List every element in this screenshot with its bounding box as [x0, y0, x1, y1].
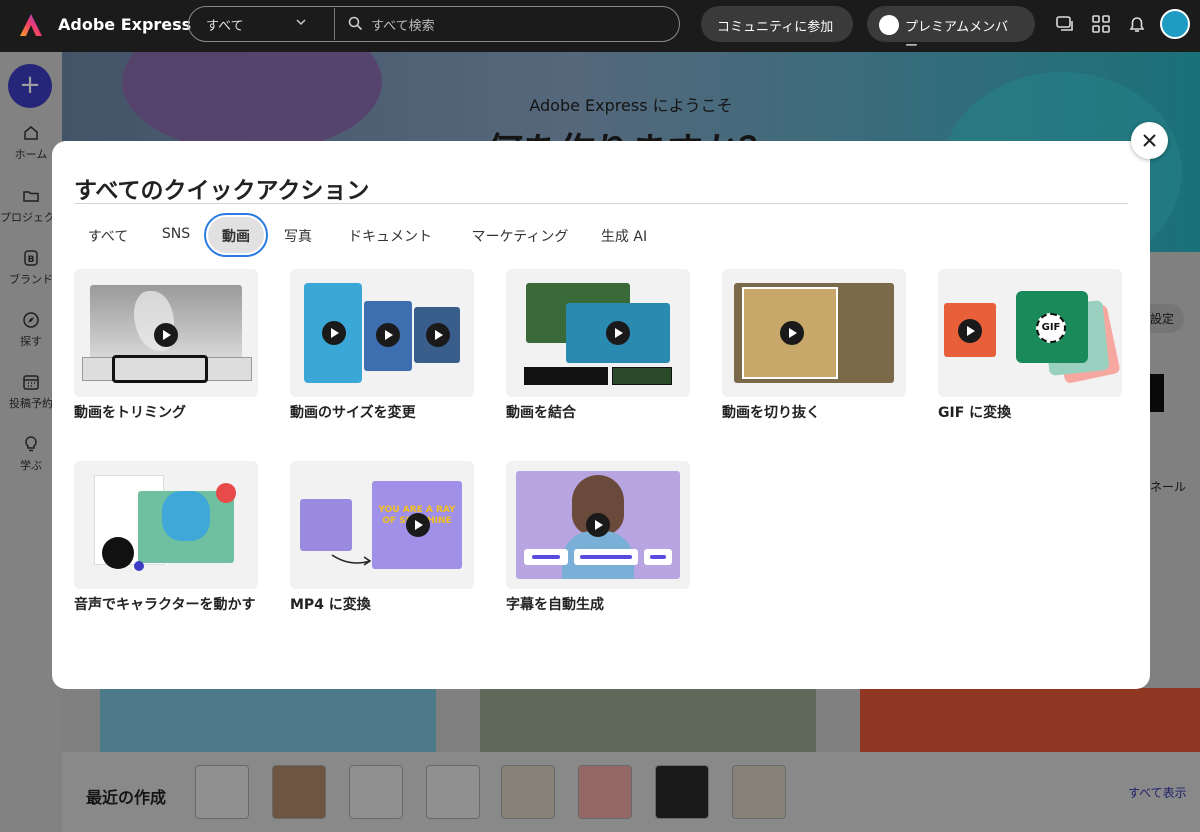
tab-photo[interactable]: 写真 [274, 217, 322, 253]
chevron-down-icon [296, 19, 306, 26]
action-label: 動画を結合 [506, 405, 576, 421]
tab-sns[interactable]: SNS [152, 217, 200, 253]
action-label: 音声でキャラクターを動かす [74, 597, 256, 613]
divider [74, 203, 1128, 204]
tab-document[interactable]: ドキュメント [334, 217, 446, 253]
action-label: 字幕を自動生成 [506, 597, 604, 613]
tab-video[interactable]: 動画 [204, 213, 268, 257]
chat-icon[interactable] [1055, 14, 1075, 34]
crown-icon [879, 15, 899, 35]
play-icon [154, 323, 178, 347]
action-thumbnail [74, 269, 258, 397]
premium-button[interactable]: プレミアムメンバー [867, 6, 1035, 54]
search-input[interactable]: すべて検索 [334, 8, 678, 40]
action-label: 動画をトリミング [74, 405, 186, 421]
modal-title: すべてのクイックアクション [74, 178, 370, 204]
action-label: 動画を切り抜く [722, 405, 820, 421]
gif-badge: GIF [1036, 313, 1066, 343]
search-scope-dropdown[interactable]: すべて [190, 8, 320, 40]
adobe-express-logo-icon[interactable] [18, 12, 44, 38]
close-icon [1143, 134, 1156, 147]
top-bar: Adobe Express すべて すべて検索 コミュニティに参加 プレミアムメ… [0, 0, 1200, 54]
action-thumbnail [722, 269, 906, 397]
apps-grid-icon[interactable] [1091, 14, 1111, 34]
play-icon [780, 321, 804, 345]
action-thumbnail [506, 269, 690, 397]
action-thumbnail: YOU ARE A RAY OF SUNSHINE [290, 461, 474, 589]
tab-all[interactable]: すべて [74, 217, 142, 253]
action-thumbnail [506, 461, 690, 589]
brand-name[interactable]: Adobe Express [58, 15, 191, 34]
search-icon [348, 16, 363, 31]
action-thumbnail [290, 269, 474, 397]
tab-generative-ai[interactable]: 生成 AI [592, 217, 656, 253]
community-label: コミュニティに参加 [717, 20, 834, 35]
avatar[interactable] [1160, 9, 1190, 39]
bell-icon[interactable] [1127, 14, 1147, 34]
quick-actions-modal: すべてのクイックアクション すべて SNS 動画 写真 ドキュメント マーケティ… [52, 141, 1150, 689]
play-icon [606, 321, 630, 345]
action-label: GIF に変換 [938, 405, 1012, 421]
play-icon [376, 323, 400, 347]
search-placeholder: すべて検索 [371, 19, 435, 34]
play-icon [406, 513, 430, 537]
action-thumbnail: GIF [938, 269, 1122, 397]
action-label: MP4 に変換 [290, 597, 371, 613]
play-icon [586, 513, 610, 537]
tab-marketing[interactable]: マーケティング [456, 217, 584, 253]
play-icon [958, 319, 982, 343]
premium-label: プレミアムメンバー [905, 20, 1009, 54]
play-icon [426, 323, 450, 347]
community-button[interactable]: コミュニティに参加 [701, 6, 853, 42]
search-scope-value: すべて [206, 19, 244, 34]
arrow-icon [331, 554, 372, 566]
play-icon [322, 321, 346, 345]
action-label: 動画のサイズを変更 [290, 405, 416, 421]
action-thumbnail [74, 461, 258, 589]
close-button[interactable] [1131, 122, 1168, 159]
